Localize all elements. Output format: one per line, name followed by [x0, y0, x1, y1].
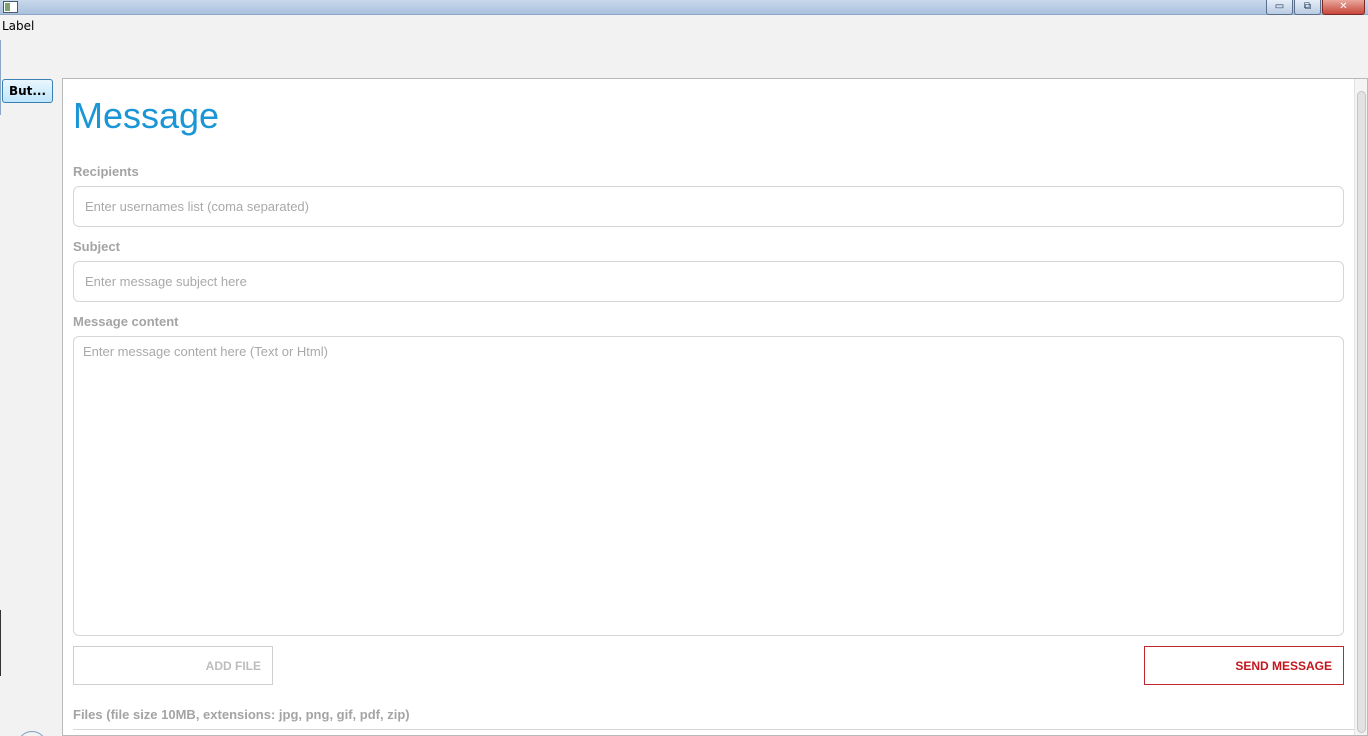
files-divider: [73, 729, 1354, 730]
message-content-label: Message content: [73, 314, 179, 329]
subject-input[interactable]: [73, 261, 1344, 302]
title-bar: ▭ ⧉ ✕: [0, 0, 1368, 15]
app-window: ▭ ⧉ ✕ Label But... Message Recipients Su…: [0, 0, 1368, 736]
side-button[interactable]: But...: [2, 79, 53, 103]
restore-icon[interactable]: ⧉: [1294, 0, 1321, 15]
page-title: Message: [73, 95, 220, 136]
left-divider: [0, 40, 1, 115]
close-icon[interactable]: ✕: [1322, 0, 1365, 15]
message-content-textarea[interactable]: [73, 336, 1344, 636]
vertical-scrollbar[interactable]: [1354, 79, 1367, 735]
send-message-button[interactable]: SEND MESSAGE: [1144, 646, 1344, 685]
recipients-input[interactable]: [73, 186, 1344, 227]
add-file-button[interactable]: ADD FILE: [73, 646, 273, 685]
app-icon: [3, 1, 18, 13]
files-note: Files (file size 10MB, extensions: jpg, …: [73, 707, 410, 722]
left-divider-lower: [0, 610, 1, 676]
scrollbar-thumb[interactable]: [1357, 91, 1366, 733]
top-label: Label: [2, 19, 35, 33]
minimize-icon[interactable]: ▭: [1266, 0, 1293, 15]
corner-circle-icon: [17, 731, 47, 736]
window-controls: ▭ ⧉ ✕: [1265, 0, 1365, 15]
message-panel: Message Recipients Subject Message conte…: [62, 78, 1368, 736]
recipients-label: Recipients: [73, 164, 139, 179]
subject-label: Subject: [73, 239, 120, 254]
